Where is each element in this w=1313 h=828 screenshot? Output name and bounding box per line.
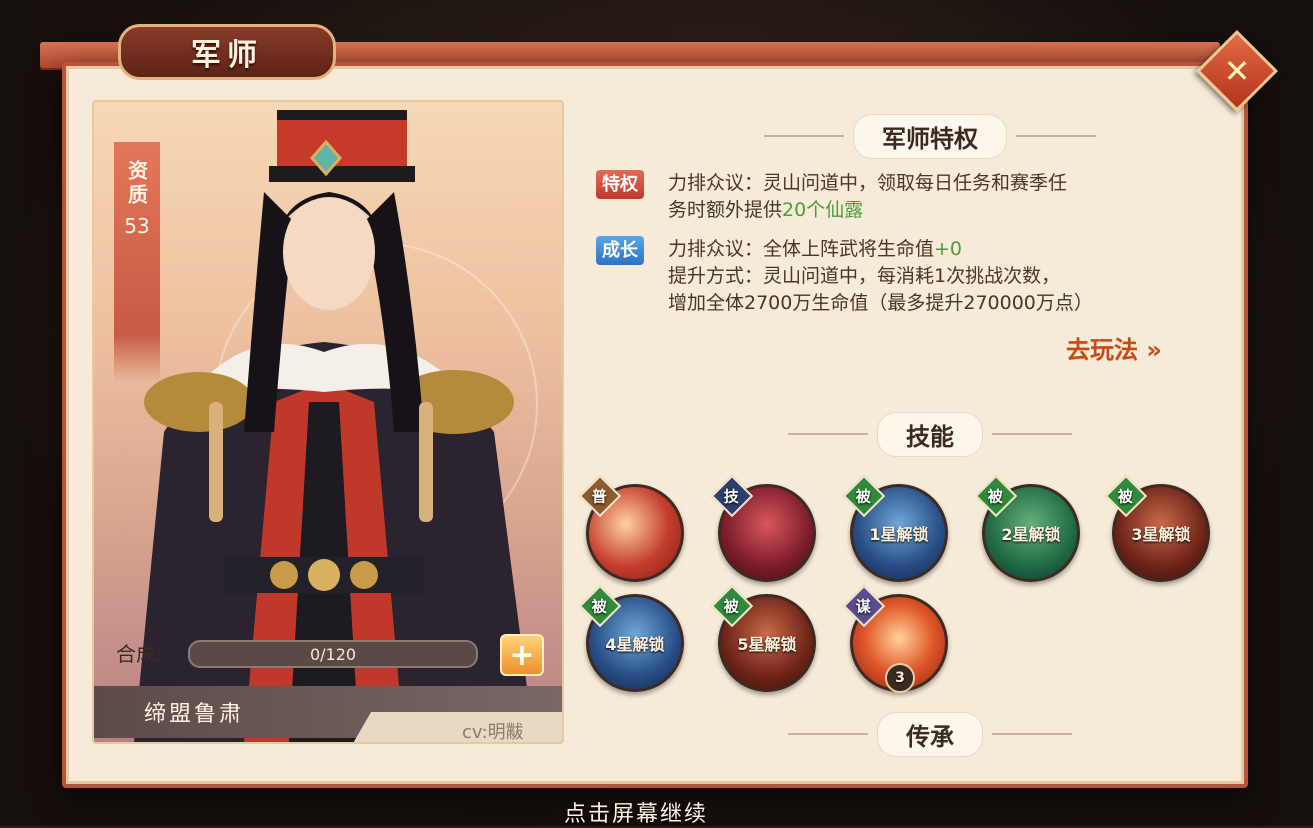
skill-tag-text: 被 (856, 487, 872, 506)
special-line-1: 力排众议：灵山问道中，领取每日任务和赛季任 (668, 172, 1068, 194)
growth-line-3: 增加全体2700万生命值（最多提升270000万点） (668, 292, 1093, 314)
special-line-2-text: 务时额外提供 (668, 199, 783, 221)
synthesis-progress-text: 0/120 (309, 644, 357, 664)
inherit-title: 传承 (878, 712, 982, 756)
plus-icon: + (509, 637, 535, 673)
synthesis-label: 合成: (116, 642, 163, 666)
skills-header: 技能 (720, 412, 1140, 456)
divider (992, 433, 1072, 435)
skills-title: 技能 (878, 412, 982, 456)
special-privilege-text: 力排众议：灵山问道中，领取每日任务和赛季任 务时额外提供20个仙露 (668, 170, 1208, 224)
skill-normal-attack[interactable]: 普 (578, 474, 684, 582)
skill-unlock-label: 2星解锁 (1001, 525, 1061, 544)
skill-passive-5[interactable]: 被 5星解锁 (710, 584, 816, 692)
skill-unlock-label: 3星解锁 (1131, 525, 1191, 544)
skill-passive-4[interactable]: 被 4星解锁 (578, 584, 684, 692)
inherit-header: 传承 (720, 712, 1140, 756)
skill-unlock-label: 5星解锁 (737, 635, 797, 654)
voice-actor: cv:明黻 (462, 722, 524, 743)
cv-plate (348, 712, 562, 742)
aptitude-ribbon: 资质 53 (114, 142, 160, 382)
growth-highlight: +0 (934, 238, 963, 260)
special-badge: 特权 (596, 170, 644, 199)
skill-tag-text: 被 (592, 597, 608, 616)
aptitude-label: 资质 (124, 160, 149, 208)
skill-active[interactable]: 技 (710, 474, 816, 582)
goto-gameplay-button[interactable]: 去玩法 » (1066, 330, 1162, 365)
double-arrow-icon: » (1146, 336, 1162, 364)
hero-name: 缔盟鲁肃 (144, 702, 245, 727)
skill-passive-1[interactable]: 被 1星解锁 (842, 474, 948, 582)
tap-to-continue[interactable]: 点击屏幕继续 (564, 796, 708, 828)
skill-tag-text: 被 (724, 597, 740, 616)
skill-unlock-label: 1星解锁 (869, 525, 929, 544)
growth-badge: 成长 (596, 236, 644, 265)
skill-tag-text: 被 (988, 487, 1004, 506)
divider (992, 733, 1072, 735)
growth-line-1-text: 力排众议：全体上阵武将生命值 (668, 238, 935, 260)
privilege-title: 军师特权 (854, 114, 1006, 158)
aptitude-value: 53 (124, 214, 150, 238)
hero-portrait-card: 资质 53 合成: 0/120 + 缔盟鲁肃 cv:明黻 (92, 100, 564, 744)
synthesis-progress-bar: 0/120 (188, 640, 478, 668)
growth-line-2: 提升方式：灵山问道中，每消耗1次挑战次数， (668, 265, 1061, 287)
growth-privilege-row: 成长 力排众议：全体上阵武将生命值+0 提升方式：灵山问道中，每消耗1次挑战次数… (596, 236, 1216, 320)
synthesis-row: 合成: 0/120 + (116, 634, 556, 676)
special-line-2: 务时额外提供20个仙露 (668, 197, 1208, 224)
synthesis-add-button[interactable]: + (500, 634, 544, 676)
panel-title: 军师 (118, 24, 336, 80)
divider (764, 135, 844, 137)
close-icon: ✕ (1223, 52, 1251, 90)
divider (788, 733, 868, 735)
privilege-header: 军师特权 (720, 114, 1140, 158)
skill-tag-text: 普 (592, 487, 608, 506)
growth-privilege-text: 力排众议：全体上阵武将生命值+0 提升方式：灵山问道中，每消耗1次挑战次数， 增… (668, 236, 1208, 317)
divider (788, 433, 868, 435)
skill-passive-2[interactable]: 被 2星解锁 (974, 474, 1080, 582)
skill-passive-3[interactable]: 被 3星解锁 (1104, 474, 1210, 582)
special-highlight: 20个仙露 (782, 199, 864, 221)
growth-line-1: 力排众议：全体上阵武将生命值+0 (668, 236, 1208, 263)
skill-tag-text: 被 (1118, 487, 1134, 506)
skill-level-badge: 3 (885, 663, 915, 693)
special-privilege-row: 特权 力排众议：灵山问道中，领取每日任务和赛季任 务时额外提供20个仙露 (596, 170, 1216, 226)
skill-strategy[interactable]: 谋 3 (842, 584, 948, 693)
skill-unlock-label: 4星解锁 (605, 635, 665, 654)
skill-tag-text: 谋 (856, 597, 872, 616)
divider (1016, 135, 1096, 137)
skill-tag-text: 技 (724, 487, 740, 506)
goto-label: 去玩法 (1066, 336, 1138, 364)
